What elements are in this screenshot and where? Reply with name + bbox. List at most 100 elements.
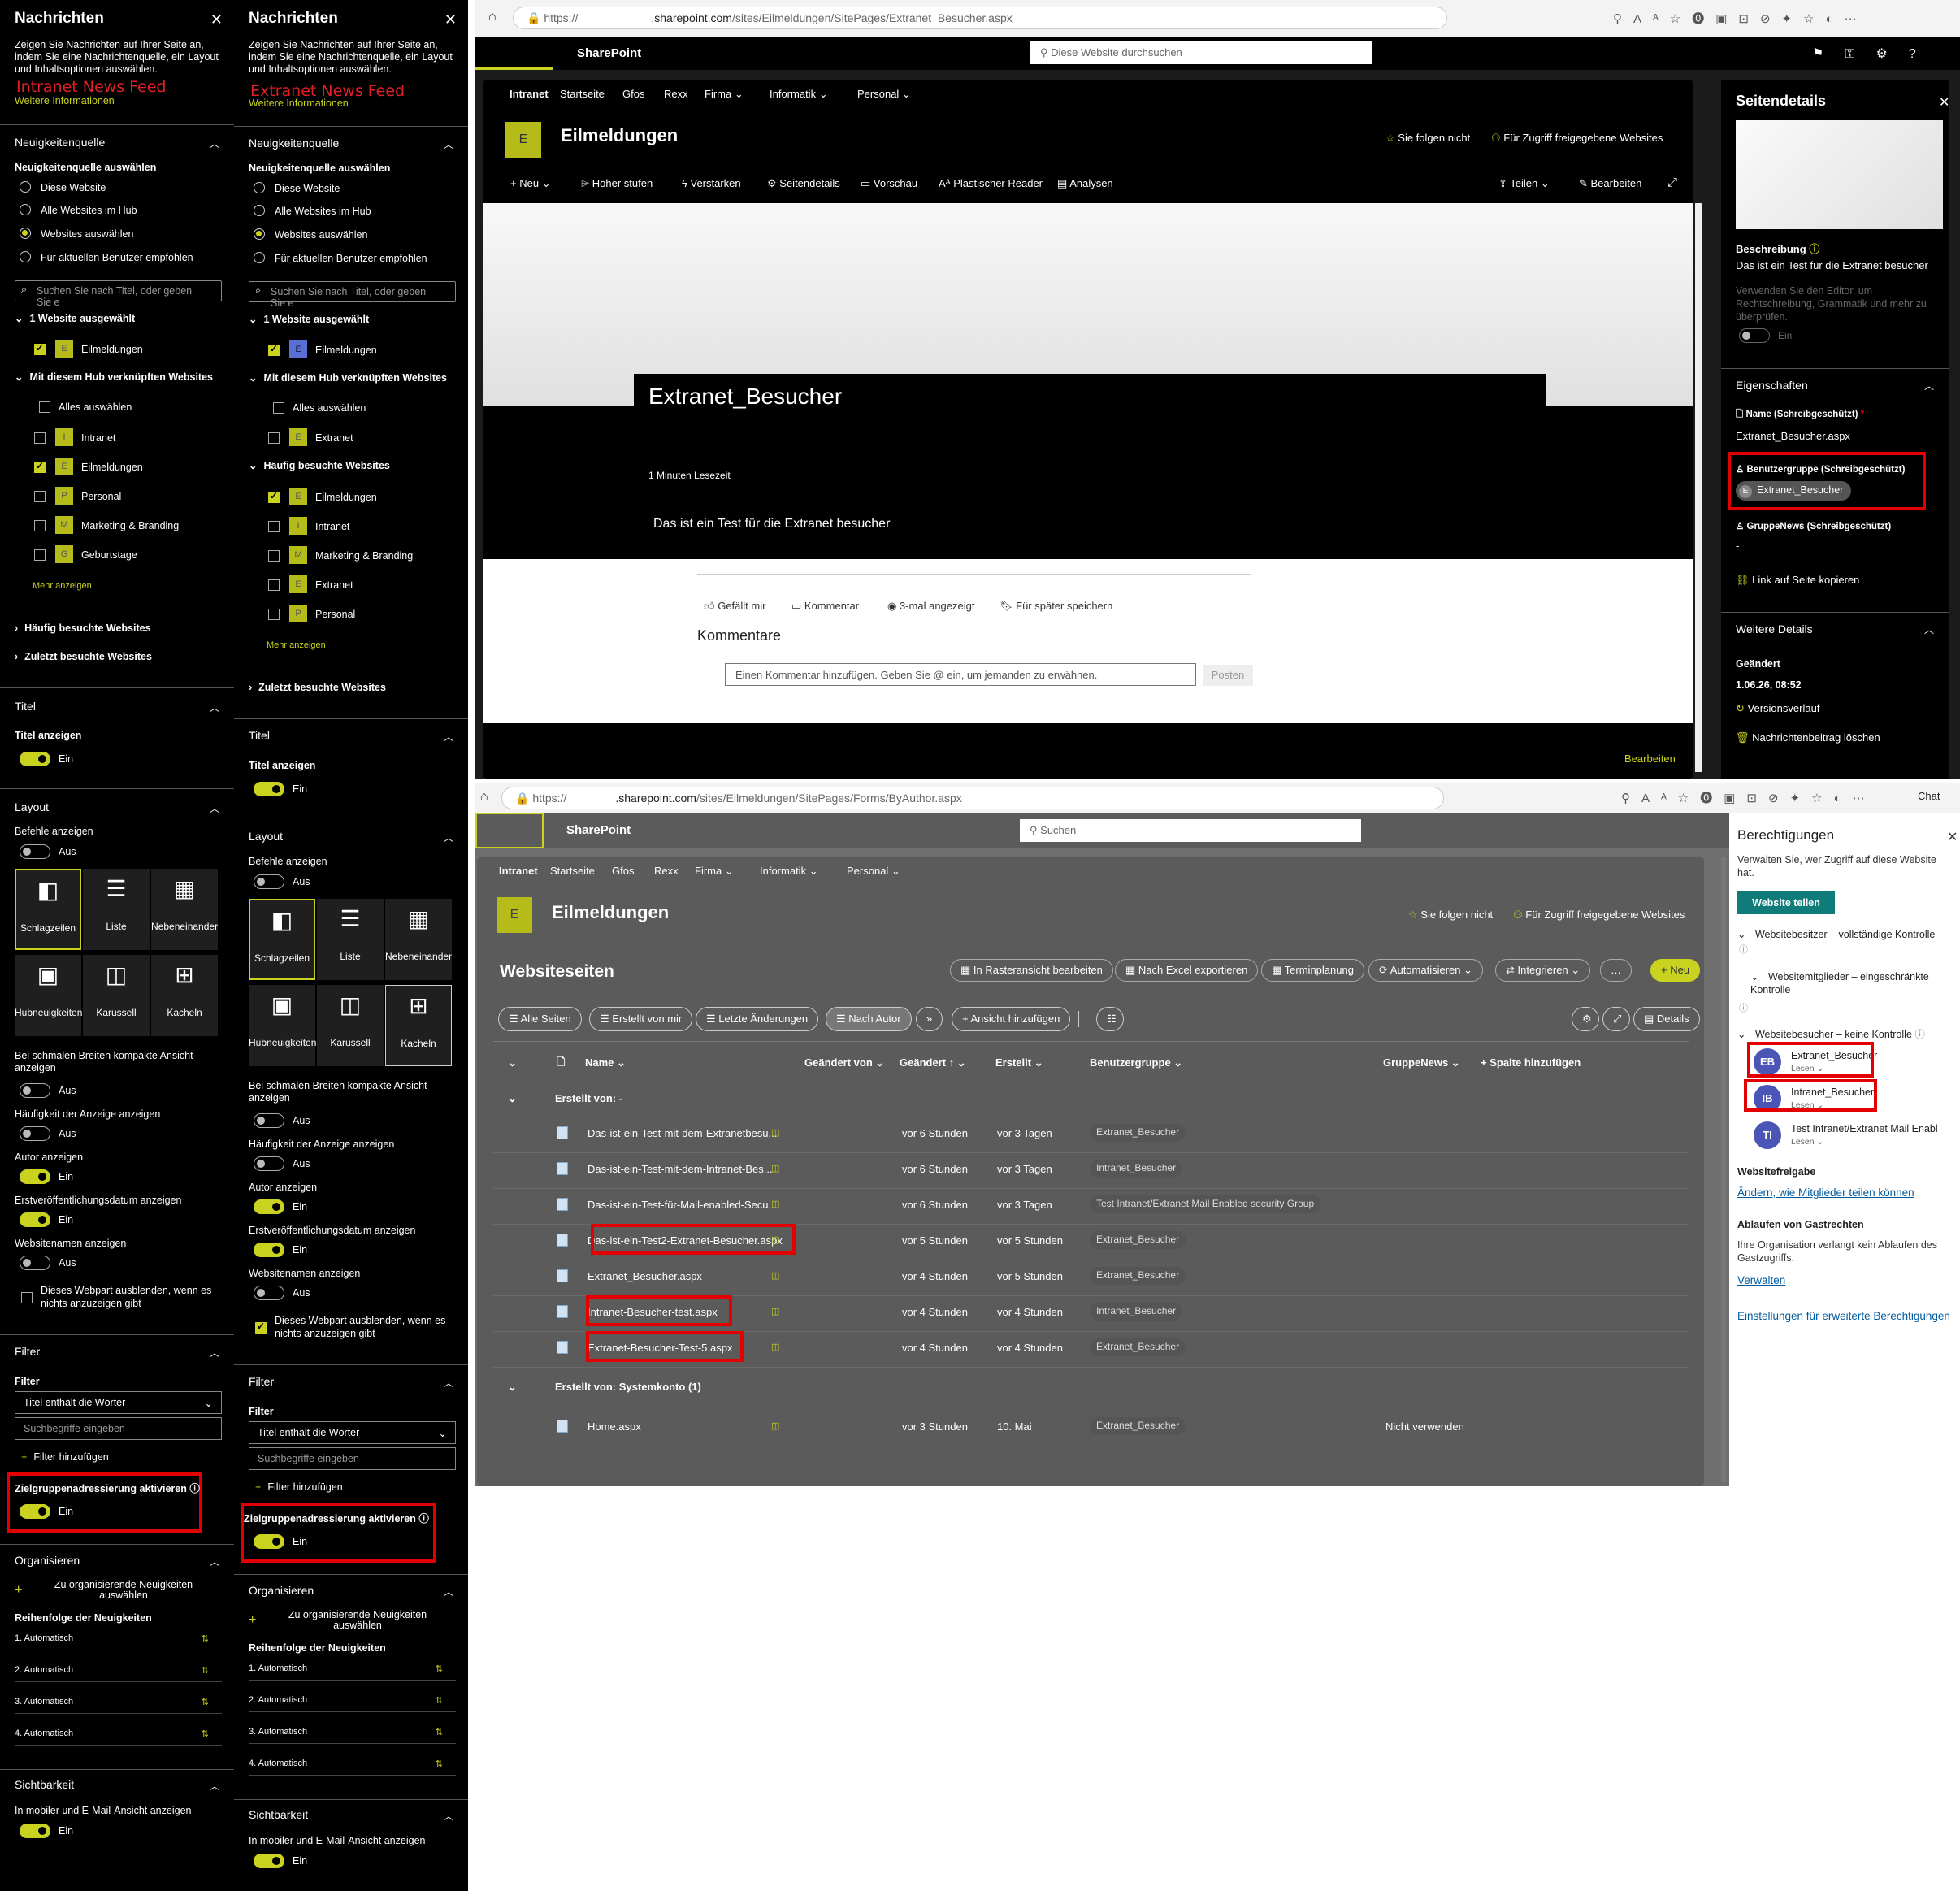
chevron-up-icon[interactable]: ︿ (444, 1585, 453, 1598)
plus-icon[interactable]: + (15, 1583, 22, 1598)
first-pub-toggle[interactable] (20, 1212, 50, 1227)
radio-recommended[interactable] (254, 252, 265, 263)
chevron-up-icon[interactable]: ︿ (210, 1555, 219, 1568)
close-icon[interactable]: ✕ (210, 11, 223, 28)
recent-sites-header[interactable]: › Zuletzt besuchte Websites (15, 651, 152, 662)
col-name[interactable]: Name ⌄ (585, 1056, 626, 1069)
chevron-up-icon[interactable]: ︿ (444, 1376, 453, 1390)
comment-button[interactable]: ▭ Kommentar (791, 600, 859, 613)
info-icon[interactable]: ⓘ (1739, 943, 1748, 956)
layout-tile-headlines[interactable]: ◧ Schlagzeilen (15, 869, 81, 950)
version-history-link[interactable]: ↻ Versionsverlauf (1736, 702, 1819, 715)
new-button[interactable]: + Neu (1650, 959, 1701, 982)
checkbox-select-all[interactable] (39, 401, 50, 413)
view-recent-changes[interactable]: ☰ Letzte Änderungen (696, 1007, 819, 1031)
chevron-up-icon[interactable]: ︿ (1924, 622, 1934, 636)
nav-rexx[interactable]: Rexx (654, 865, 679, 877)
section-title[interactable]: Titel (249, 729, 270, 742)
radio-all-hub[interactable] (20, 204, 31, 215)
checkbox-site[interactable] (268, 550, 280, 562)
members-group[interactable]: ⌄ Websitemitglieder – eingeschränkte Kon… (1750, 970, 1953, 996)
show-commands-toggle[interactable] (254, 874, 284, 889)
like-button[interactable]: 👍︎ Gefällt mir (704, 600, 765, 613)
hide-webpart-checkbox[interactable] (255, 1321, 267, 1334)
compact-toggle[interactable] (20, 1083, 50, 1098)
site-names-toggle[interactable] (20, 1256, 50, 1270)
checkbox-site[interactable] (34, 460, 46, 473)
frequent-sites-header[interactable]: ⌄ Häufig besuchte Websites (249, 459, 390, 471)
manage-link[interactable]: Verwalten (1737, 1274, 1785, 1286)
details-button[interactable]: ▤ Details (1633, 1007, 1700, 1031)
section-layout[interactable]: Layout (15, 800, 49, 813)
chevron-up-icon[interactable]: ︿ (210, 801, 219, 815)
order-item[interactable]: 4. Automatisch ⇅ (249, 1759, 456, 1776)
share-button[interactable]: ⇪ Teilen ⌄ (1498, 177, 1550, 190)
radio-select-sites[interactable] (254, 228, 265, 240)
post-button[interactable]: Posten (1203, 665, 1253, 686)
order-item[interactable]: 1. Automatisch ⇅ (249, 1663, 456, 1681)
follow-button[interactable]: ☆ Sie folgen nicht (1408, 909, 1493, 922)
automate-button[interactable]: ⟳ Automatisieren ⌄ (1368, 959, 1484, 982)
boost-button[interactable]: ϟ Verstärken (682, 177, 741, 189)
add-filter-button[interactable]: + Filter hinzufügen (255, 1481, 343, 1493)
chevron-up-icon[interactable]: ︿ (1924, 379, 1934, 393)
layout-tile-hub-news[interactable]: ▣ Hubneuigkeiten (249, 985, 316, 1066)
section-source[interactable]: Neuigkeitenquelle (249, 137, 339, 150)
frequent-sites-header[interactable]: › Häufig besuchte Websites (15, 622, 151, 634)
recent-sites-header[interactable]: › Zuletzt besuchte Websites (249, 682, 386, 693)
add-view-button[interactable]: + Ansicht hinzufügen (952, 1007, 1071, 1031)
share-site-button[interactable]: Website teilen (1737, 891, 1835, 914)
audience-toggle[interactable] (254, 1534, 284, 1549)
author-toggle[interactable] (254, 1199, 284, 1214)
checkbox-site[interactable] (268, 609, 280, 620)
more-button[interactable]: … (1600, 959, 1632, 982)
order-item[interactable]: 3. Automatisch ⇅ (15, 1697, 222, 1714)
checkbox-site[interactable] (268, 579, 280, 591)
advanced-permissions-link[interactable]: Einstellungen für erweiterte Berechtigun… (1737, 1310, 1950, 1322)
analytics-button[interactable]: ▤ Analysen (1057, 177, 1113, 190)
suite-icons[interactable]: ⚑⚿⚙? (1812, 46, 1937, 62)
organize-pick-button[interactable]: Zu organisierende Neuigkeiten auswählen (50, 1580, 197, 1601)
grid-edit-button[interactable]: ▦ In Rasteransicht bearbeiten (950, 959, 1113, 982)
section-organize[interactable]: Organisieren (15, 1554, 80, 1567)
export-excel-button[interactable]: ▦ Nach Excel exportieren (1115, 959, 1259, 982)
chevron-up-icon[interactable]: ︿ (210, 1346, 219, 1360)
preview-button[interactable]: ▭ Vorschau (861, 177, 917, 190)
checkbox-site[interactable] (34, 520, 46, 531)
first-pub-toggle[interactable] (254, 1243, 284, 1257)
delete-news-button[interactable]: 🗑︎ Nachrichtenbeitrag löschen (1736, 731, 1880, 744)
order-item[interactable]: 4. Automatisch ⇅ (15, 1728, 222, 1746)
expand-icon[interactable]: ⤢ (1602, 1007, 1630, 1031)
checkbox-select-all[interactable] (273, 402, 284, 414)
address-bar[interactable]: 🔒 https://.sharepoint.com/sites/Eilmeldu… (513, 7, 1447, 29)
order-item[interactable]: 2. Automatisch ⇅ (15, 1665, 222, 1682)
col-modified[interactable]: Geändert ↑ ⌄ (900, 1056, 966, 1069)
integrate-button[interactable]: ⇄ Integrieren ⌄ (1495, 959, 1591, 982)
search-input[interactable]: ⚲ Suchen (1020, 819, 1361, 842)
site-search-input[interactable]: Suchen Sie nach Titel, oder geben Sie e (15, 280, 222, 308)
more-details-heading[interactable]: Weitere Details (1736, 622, 1813, 635)
order-item[interactable]: 3. Automatisch ⇅ (249, 1727, 456, 1744)
layout-tile-carousel[interactable]: ◫ Karussell (83, 955, 150, 1036)
radio-this-site[interactable] (20, 181, 31, 193)
more-info-link[interactable]: Weitere Informationen (249, 98, 349, 109)
comment-input[interactable]: Einen Kommentar hinzufügen. Geben Sie @ … (725, 663, 1196, 686)
sharepoint-app-title[interactable]: SharePoint (577, 46, 641, 60)
nav-firma[interactable]: Firma ⌄ (705, 88, 744, 101)
nav-gfos[interactable]: Gfos (622, 88, 644, 100)
cell-name[interactable]: Das-ist-ein-Test-mit-dem-Intranet-Bes... (588, 1163, 773, 1175)
section-filter[interactable]: Filter (15, 1345, 40, 1358)
cell-name[interactable]: Extranet_Besucher.aspx (588, 1270, 702, 1282)
hub-header[interactable]: ⌄ Mit diesem Hub verknüpften Websites (15, 371, 213, 383)
copy-link-button[interactable]: ⛓ Link auf Seite kopieren (1736, 574, 1859, 587)
selected-header[interactable]: ⌄ 1 Website ausgewählt (15, 312, 135, 324)
more-link[interactable]: Mehr anzeigen (33, 581, 92, 591)
show-title-toggle[interactable] (20, 752, 50, 766)
scrollbar[interactable] (1695, 203, 1702, 772)
col-created[interactable]: Erstellt ⌄ (995, 1056, 1043, 1069)
schedule-button[interactable]: ▦ Terminplanung (1261, 959, 1364, 982)
section-visibility[interactable]: Sichtbarkeit (249, 1808, 308, 1821)
filter-terms-input[interactable]: Suchbegriffe eingeben (249, 1447, 456, 1470)
nav-personal[interactable]: Personal ⌄ (857, 88, 911, 101)
plus-icon[interactable]: + (249, 1613, 256, 1628)
